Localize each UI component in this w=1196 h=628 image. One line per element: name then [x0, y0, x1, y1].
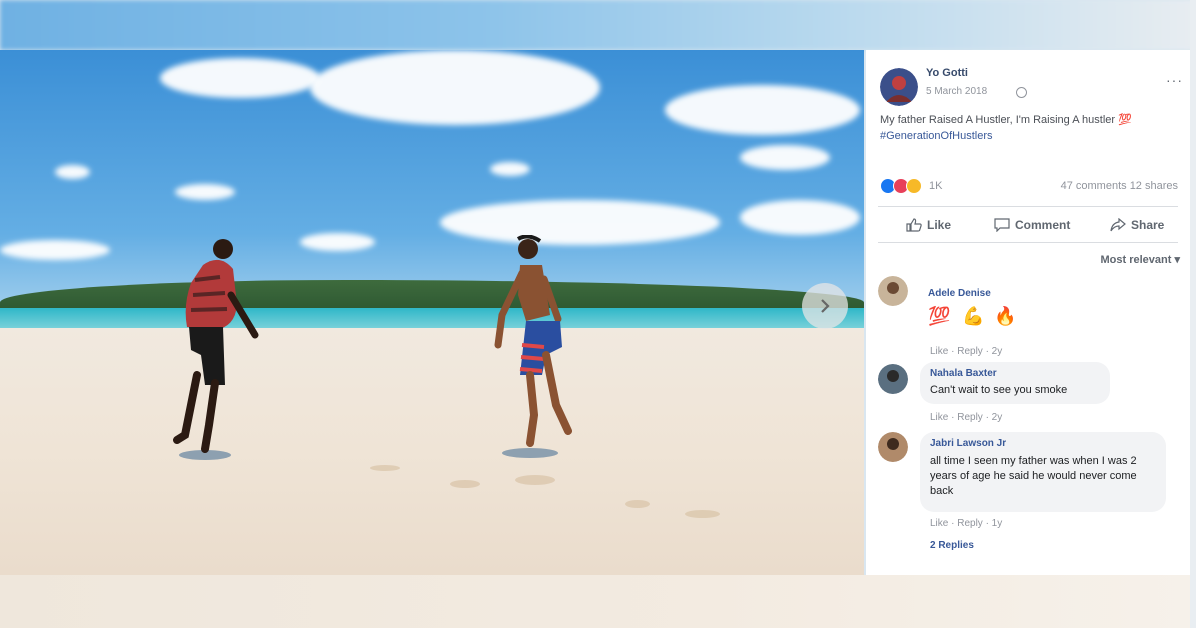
- footprint: [625, 500, 650, 508]
- blurred-background-top: [0, 0, 1196, 50]
- hundred-emoji: 💯: [928, 306, 951, 326]
- commenter-name[interactable]: Jabri Lawson Jr: [930, 438, 1006, 449]
- comment-button[interactable]: Comment: [994, 218, 1070, 232]
- cloud: [300, 233, 375, 251]
- wow-reaction-icon: [906, 178, 922, 194]
- view-replies-link[interactable]: 2 Replies: [930, 540, 974, 551]
- cloud: [740, 145, 830, 170]
- cloud: [55, 165, 90, 179]
- like-icon: [906, 218, 922, 232]
- cloud: [175, 184, 235, 200]
- author-name[interactable]: Yo Gotti: [926, 67, 968, 79]
- hashtag-link[interactable]: #GenerationOfHustlers: [880, 130, 993, 142]
- like-button[interactable]: Like: [906, 218, 951, 232]
- beach-sand: [0, 328, 864, 575]
- footprint: [685, 510, 720, 518]
- post-date[interactable]: 5 March 2018: [926, 86, 987, 97]
- blurred-background-right: [1190, 0, 1196, 628]
- post-photo[interactable]: [0, 50, 864, 575]
- commenter-name[interactable]: Adele Denise: [928, 288, 991, 299]
- person-left: [173, 239, 259, 460]
- blurred-background-bottom: [0, 575, 1196, 628]
- globe-icon: [1016, 87, 1027, 98]
- commenter-name[interactable]: Nahala Baxter: [930, 368, 997, 379]
- divider: [878, 242, 1178, 243]
- more-icon[interactable]: ···: [1166, 72, 1183, 88]
- cloud: [490, 162, 530, 176]
- comment-actions[interactable]: Like · Reply · 1y: [930, 518, 1002, 529]
- post-caption: My father Raised A Hustler, I'm Raising …: [880, 112, 1180, 144]
- flexed-biceps-emoji: 💪: [962, 306, 985, 326]
- person-right: [494, 235, 572, 458]
- share-button[interactable]: Share: [1110, 218, 1164, 232]
- next-photo-button[interactable]: [802, 283, 848, 329]
- comment-icon: [994, 218, 1010, 232]
- comment-share-stats[interactable]: 47 comments 12 shares: [1061, 180, 1178, 192]
- post-panel: Yo Gotti 5 March 2018 ··· My father Rais…: [866, 50, 1190, 575]
- comment-text: all time I seen my father was when I was…: [930, 455, 1137, 497]
- cloud: [740, 200, 860, 235]
- share-icon: [1110, 218, 1126, 232]
- chevron-right-icon: [821, 299, 830, 313]
- like-label: Like: [927, 218, 952, 232]
- comment-text: Can't wait to see you smoke: [930, 384, 1068, 396]
- footprint: [450, 480, 480, 488]
- cloud: [160, 58, 320, 98]
- fire-emoji: 🔥: [994, 306, 1017, 326]
- post-caption-text: My father Raised A Hustler, I'm Raising …: [880, 114, 1116, 126]
- commenter-avatar[interactable]: [878, 432, 908, 462]
- author-avatar[interactable]: [880, 68, 918, 106]
- turquoise-water: [0, 308, 864, 330]
- comment-sort-dropdown[interactable]: Most relevant ▾: [1101, 253, 1181, 266]
- footprint: [370, 465, 400, 471]
- cloud: [0, 240, 110, 260]
- share-label: Share: [1131, 218, 1165, 232]
- hundred-emoji: 💯: [1118, 114, 1132, 126]
- footprint: [515, 475, 555, 485]
- cloud: [665, 85, 860, 135]
- commenter-avatar[interactable]: [878, 276, 908, 306]
- divider: [878, 206, 1178, 207]
- comment-label: Comment: [1015, 218, 1071, 232]
- commenter-avatar[interactable]: [878, 364, 908, 394]
- cloud: [310, 50, 600, 125]
- comment-actions[interactable]: Like · Reply · 2y: [930, 346, 1002, 357]
- reaction-summary[interactable]: 1K: [880, 178, 942, 194]
- comment-actions[interactable]: Like · Reply · 2y: [930, 412, 1002, 423]
- reaction-count: 1K: [929, 180, 943, 192]
- island-shoreline: [0, 280, 864, 308]
